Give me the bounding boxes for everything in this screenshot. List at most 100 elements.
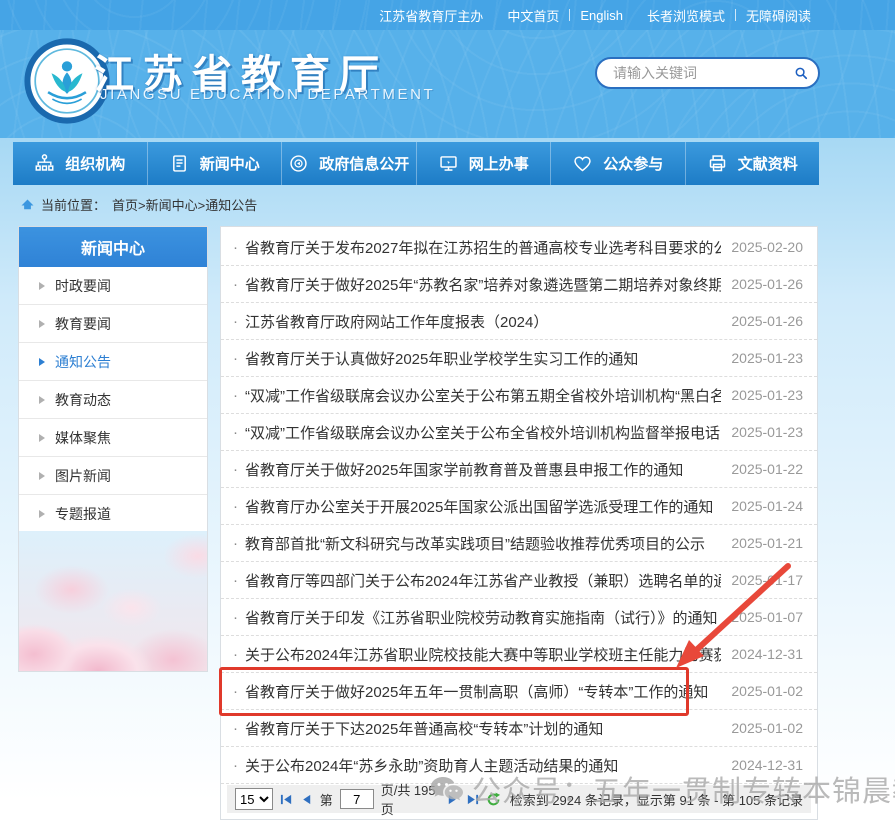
first-page-button[interactable]	[280, 793, 293, 806]
search-button[interactable]	[794, 61, 808, 85]
notice-title[interactable]: 省教育厅等四部门关于公布2024年江苏省产业教授（兼职）选聘名单的通知	[245, 570, 721, 591]
notice-title[interactable]: 省教育厅关于发布2027年拟在江苏招生的普通高校专业选考科目要求的公告	[245, 237, 721, 258]
info-disclosure-icon	[288, 153, 309, 174]
notice-date: 2024-12-31	[731, 757, 803, 773]
notice-row[interactable]: · 省教育厅关于发布2027年拟在江苏招生的普通高校专业选考科目要求的公告 20…	[221, 229, 817, 266]
triangle-bullet-icon	[39, 396, 45, 404]
notice-date: 2024-12-31	[731, 646, 803, 662]
sidebar-item[interactable]: 媒体聚焦	[19, 419, 207, 457]
notice-row[interactable]: · 省教育厅关于认真做好2025年职业学校学生实习工作的通知 2025-01-2…	[221, 340, 817, 377]
sidebar-item[interactable]: 教育要闻	[19, 305, 207, 343]
notice-list: · 省教育厅关于发布2027年拟在江苏招生的普通高校专业选考科目要求的公告 20…	[220, 226, 818, 820]
dot-bullet-icon: ·	[233, 350, 238, 367]
notice-row[interactable]: · 省教育厅办公室关于开展2025年国家公派出国留学选派受理工作的通知 2025…	[221, 488, 817, 525]
topbar-link-english[interactable]: English	[580, 8, 623, 23]
notice-title[interactable]: 教育部首批“新文科研究与改革实践项目”结题验收推荐优秀项目的公示	[245, 533, 721, 554]
prev-page-icon	[300, 793, 313, 806]
nav-item-public-participation[interactable]: 公众参与	[551, 142, 686, 185]
documents-icon	[707, 153, 728, 174]
site-subtitle: JIANGSU EDUCATION DEPARTMENT	[100, 86, 435, 103]
notice-row[interactable]: · 关于公布2024年江苏省职业院校技能大赛中等职业学校班主任能力比赛获奖 20…	[221, 636, 817, 673]
notice-title[interactable]: 省教育厅关于印发《江苏省职业院校劳动教育实施指南（试行）》的通知	[245, 607, 721, 628]
dot-bullet-icon: ·	[233, 276, 238, 293]
sidebar-item[interactable]: 时政要闻	[19, 267, 207, 305]
dot-bullet-icon: ·	[233, 535, 238, 552]
notice-row[interactable]: · 关于公布2024年“苏乡永助”资助育人主题活动结果的通知 2024-12-3…	[221, 747, 817, 784]
notice-title[interactable]: 省教育厅办公室关于开展2025年国家公派出国留学选派受理工作的通知	[245, 496, 721, 517]
refresh-button[interactable]	[486, 792, 501, 807]
notice-date: 2025-01-23	[731, 424, 803, 440]
nav-item-label: 政府信息公开	[319, 153, 409, 174]
sidebar-item-label: 教育动态	[55, 390, 111, 410]
page: 江苏省教育厅主办 中文首页 English 长者浏览模式 无障碍阅读 江苏省教育…	[0, 0, 895, 833]
sidebar-item[interactable]: 图片新闻	[19, 457, 207, 495]
page-number-input[interactable]	[340, 789, 374, 809]
dot-bullet-icon: ·	[233, 239, 238, 256]
topbar-link-home[interactable]: 中文首页	[507, 6, 559, 25]
topbar-divider	[569, 9, 570, 21]
notice-date: 2025-01-23	[731, 350, 803, 366]
dot-bullet-icon: ·	[233, 387, 238, 404]
news-icon	[169, 153, 190, 174]
notice-row[interactable]: · 省教育厅关于做好2025年国家学前教育普及普惠县申报工作的通知 2025-0…	[221, 451, 817, 488]
records-summary: 检索到 2924 条记录，显示第 91 条 - 第 105 条记录	[510, 790, 803, 809]
first-page-icon	[280, 793, 293, 806]
next-page-icon	[446, 793, 459, 806]
notice-row[interactable]: · 省教育厅关于做好2025年“苏教名家”培养对象遴选暨第二期培养对象终期...…	[221, 266, 817, 303]
sidebar-item[interactable]: 专题报道	[19, 495, 207, 533]
topbar-link-host[interactable]: 江苏省教育厅主办	[379, 6, 483, 25]
notice-title[interactable]: 省教育厅关于下达2025年普通高校“专转本”计划的通知	[245, 718, 721, 739]
notice-row[interactable]: · 省教育厅关于印发《江苏省职业院校劳动教育实施指南（试行）》的通知 2025-…	[221, 599, 817, 636]
nav-item-online-services[interactable]: 网上办事	[417, 142, 552, 185]
sidebar-item-label: 时政要闻	[55, 276, 111, 296]
notice-row[interactable]: · “双减”工作省级联席会议办公室关于公布第五期全省校外培训机构“黑白名单...…	[221, 377, 817, 414]
notice-date: 2025-01-22	[731, 461, 803, 477]
nav-item-info-disclosure[interactable]: 政府信息公开	[282, 142, 417, 185]
search-input[interactable]	[613, 65, 794, 81]
prev-page-button[interactable]	[300, 793, 313, 806]
sidebar-item-label: 图片新闻	[55, 466, 111, 486]
nav-item-label: 文献资料	[738, 153, 798, 174]
nav-item-news-center[interactable]: 新闻中心	[148, 142, 283, 185]
sidebar-item[interactable]: 教育动态	[19, 381, 207, 419]
notice-date: 2025-01-26	[731, 276, 803, 292]
dot-bullet-icon: ·	[233, 646, 238, 663]
dot-bullet-icon: ·	[233, 498, 238, 515]
notice-title[interactable]: 省教育厅关于做好2025年五年一贯制高职（高师）“专转本”工作的通知	[245, 681, 721, 702]
nav-item-organization[interactable]: 组织机构	[13, 142, 148, 185]
dot-bullet-icon: ·	[233, 424, 238, 441]
notice-title[interactable]: “双减”工作省级联席会议办公室关于公布全省校外培训机构监督举报电话的公...	[245, 422, 721, 443]
banner: 江苏省教育厅 JIANGSU EDUCATION DEPARTMENT	[0, 30, 895, 138]
notice-row[interactable]: · “双减”工作省级联席会议办公室关于公布全省校外培训机构监督举报电话的公...…	[221, 414, 817, 451]
notice-title[interactable]: “双减”工作省级联席会议办公室关于公布第五期全省校外培训机构“黑白名单...	[245, 385, 721, 406]
notice-title[interactable]: 江苏省教育厅政府网站工作年度报表（2024）	[245, 311, 721, 332]
notice-title[interactable]: 关于公布2024年“苏乡永助”资助育人主题活动结果的通知	[245, 755, 721, 776]
topbar-divider	[735, 9, 736, 21]
next-page-button[interactable]	[446, 793, 459, 806]
notice-date: 2025-01-07	[731, 609, 803, 625]
last-page-button[interactable]	[466, 793, 479, 806]
notice-title[interactable]: 省教育厅关于做好2025年国家学前教育普及普惠县申报工作的通知	[245, 459, 721, 480]
notice-title[interactable]: 省教育厅关于认真做好2025年职业学校学生实习工作的通知	[245, 348, 721, 369]
notice-row[interactable]: · 教育部首批“新文科研究与改革实践项目”结题验收推荐优秀项目的公示 2025-…	[221, 525, 817, 562]
notice-date: 2025-01-17	[731, 572, 803, 588]
triangle-bullet-icon	[39, 434, 45, 442]
nav-item-documents[interactable]: 文献资料	[686, 142, 820, 185]
page-label-prefix: 第	[320, 790, 333, 809]
sidebar-title: 新闻中心	[19, 227, 207, 267]
breadcrumb-path[interactable]: 首页>新闻中心>通知公告	[112, 195, 257, 214]
notice-row[interactable]: · 江苏省教育厅政府网站工作年度报表（2024） 2025-01-26	[221, 303, 817, 340]
notice-row[interactable]: · 省教育厅关于做好2025年五年一贯制高职（高师）“专转本”工作的通知 202…	[221, 673, 817, 710]
page-size-select[interactable]: 15	[235, 788, 273, 810]
notice-title[interactable]: 省教育厅关于做好2025年“苏教名家”培养对象遴选暨第二期培养对象终期...	[245, 274, 721, 295]
topbar-link-accessibility[interactable]: 无障碍阅读	[746, 6, 811, 25]
last-page-icon	[466, 793, 479, 806]
notice-title[interactable]: 关于公布2024年江苏省职业院校技能大赛中等职业学校班主任能力比赛获奖	[245, 644, 721, 665]
home-icon	[20, 197, 35, 211]
notice-row[interactable]: · 省教育厅等四部门关于公布2024年江苏省产业教授（兼职）选聘名单的通知 20…	[221, 562, 817, 599]
sidebar: 新闻中心 时政要闻 教育要闻 通知公告 教育动态 媒体	[18, 226, 208, 672]
topbar-link-elder-mode[interactable]: 长者浏览模式	[647, 6, 725, 25]
notice-row[interactable]: · 省教育厅关于下达2025年普通高校“专转本”计划的通知 2025-01-02	[221, 710, 817, 747]
sidebar-item[interactable]: 通知公告	[19, 343, 207, 381]
dot-bullet-icon: ·	[233, 313, 238, 330]
